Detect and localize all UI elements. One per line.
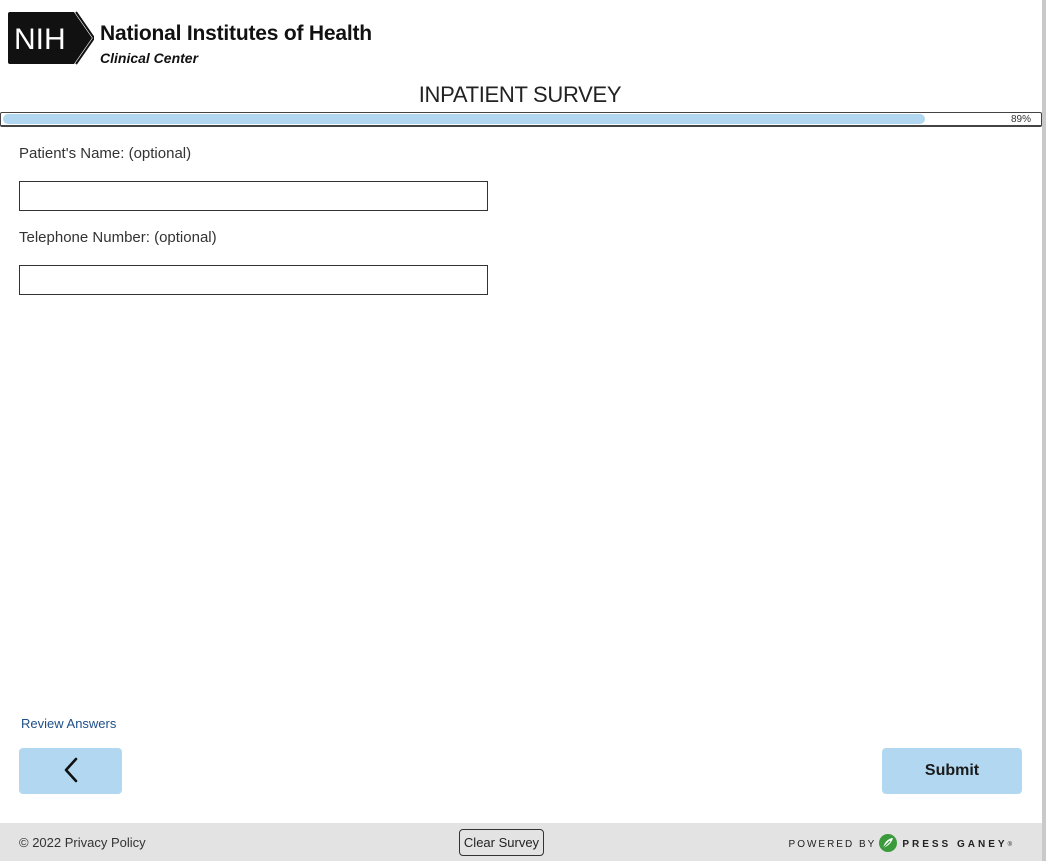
logo-org-name: National Institutes of Health	[100, 22, 372, 45]
progress-label: 89%	[1010, 114, 1031, 125]
window-right-edge	[1042, 0, 1046, 861]
progress-fill	[3, 114, 925, 124]
chevron-left-icon	[63, 757, 79, 786]
logo-sub-name: Clinical Center	[100, 50, 199, 66]
footer: © 2022 Privacy Policy Clear Survey POWER…	[0, 823, 1042, 861]
patient-name-label: Patient's Name: (optional)	[19, 145, 192, 162]
telephone-label: Telephone Number: (optional)	[19, 229, 217, 246]
nih-badge-text: NIH	[14, 23, 66, 56]
press-ganey-leaf-icon	[878, 833, 898, 856]
press-ganey-brand: PRESS GANEY	[902, 839, 1008, 850]
brand-registered-mark: ®	[1007, 841, 1012, 848]
submit-button[interactable]: Submit	[882, 748, 1022, 794]
survey-page: NIH National Institutes of Health Clinic…	[0, 0, 1046, 861]
powered-by-press-ganey: POWERED BY PRESS GANEY ®	[789, 833, 1012, 856]
telephone-input[interactable]	[19, 265, 488, 295]
nih-logo: NIH National Institutes of Health Clinic…	[8, 10, 372, 66]
patient-name-input[interactable]	[19, 181, 488, 211]
review-answers-link[interactable]: Review Answers	[21, 716, 116, 731]
logo-text: National Institutes of Health Clinical C…	[100, 22, 372, 66]
copyright-privacy-link[interactable]: © 2022 Privacy Policy	[19, 835, 146, 850]
back-button[interactable]	[19, 748, 122, 794]
nih-badge-icon: NIH	[8, 10, 94, 65]
clear-survey-button[interactable]: Clear Survey	[459, 829, 544, 856]
progress-bar: 89%	[0, 112, 1042, 127]
powered-by-text: POWERED BY	[788, 839, 877, 850]
page-title: INPATIENT SURVEY	[418, 82, 622, 107]
